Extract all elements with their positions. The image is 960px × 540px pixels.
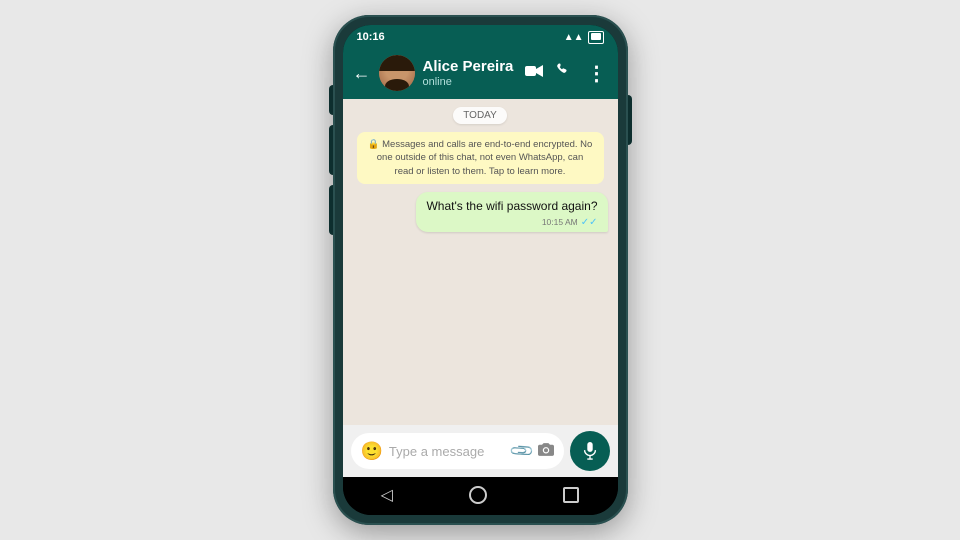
attach-button[interactable]: 📎	[507, 437, 535, 465]
nav-bar: ◁	[343, 477, 618, 515]
mic-button[interactable]	[570, 431, 610, 471]
message-out: What's the wifi password again? 10:15 AM…	[416, 192, 607, 232]
scene: 10:16 ▲▲ ←	[0, 0, 960, 540]
avatar-body	[385, 79, 409, 91]
phone-screen: 10:16 ▲▲ ←	[343, 25, 618, 515]
recent-nav-button[interactable]	[563, 487, 579, 503]
emoji-button[interactable]: 🙂	[361, 441, 383, 462]
chat-body: TODAY 🔒 Messages and calls are end-to-en…	[343, 99, 618, 425]
back-button[interactable]: ←	[353, 63, 371, 84]
message-time: 10:15 AM	[542, 217, 578, 227]
battery-icon	[588, 31, 604, 44]
status-icons: ▲▲	[564, 31, 604, 44]
encryption-notice-text: 🔒 Messages and calls are end-to-end encr…	[368, 139, 593, 177]
status-bar: 10:16 ▲▲	[343, 25, 618, 47]
contact-status: online	[423, 76, 517, 88]
voice-call-button[interactable]	[557, 63, 573, 84]
contact-info[interactable]: Alice Pereira online	[423, 58, 517, 88]
avatar	[379, 55, 415, 91]
camera-button[interactable]	[538, 443, 554, 460]
date-badge: TODAY	[453, 107, 507, 124]
encryption-notice[interactable]: 🔒 Messages and calls are end-to-end encr…	[357, 132, 604, 184]
message-placeholder: Type a message	[389, 444, 506, 459]
more-options-button[interactable]: ⋮	[587, 61, 608, 86]
message-meta: 10:15 AM ✓✓	[426, 217, 597, 228]
input-bar: 🙂 Type a message 📎	[343, 425, 618, 477]
phone-frame: 10:16 ▲▲ ←	[333, 15, 628, 525]
read-ticks: ✓✓	[581, 217, 598, 228]
chat-header: ← Alice Pereira online	[343, 47, 618, 99]
avatar-image	[379, 55, 415, 91]
header-actions: ⋮	[525, 61, 608, 86]
volume-down-button	[329, 185, 333, 235]
back-nav-button[interactable]: ◁	[381, 485, 393, 505]
avatar-hair	[379, 55, 415, 71]
home-nav-button[interactable]	[469, 486, 487, 504]
volume-up-button	[329, 125, 333, 175]
message-text: What's the wifi password again?	[426, 198, 597, 215]
contact-name: Alice Pereira	[423, 58, 517, 76]
video-call-button[interactable]	[525, 64, 543, 83]
status-time: 10:16	[357, 31, 385, 43]
message-input-field[interactable]: 🙂 Type a message 📎	[351, 433, 564, 469]
wifi-icon: ▲▲	[564, 32, 584, 43]
chat-content: TODAY 🔒 Messages and calls are end-to-en…	[343, 99, 618, 425]
